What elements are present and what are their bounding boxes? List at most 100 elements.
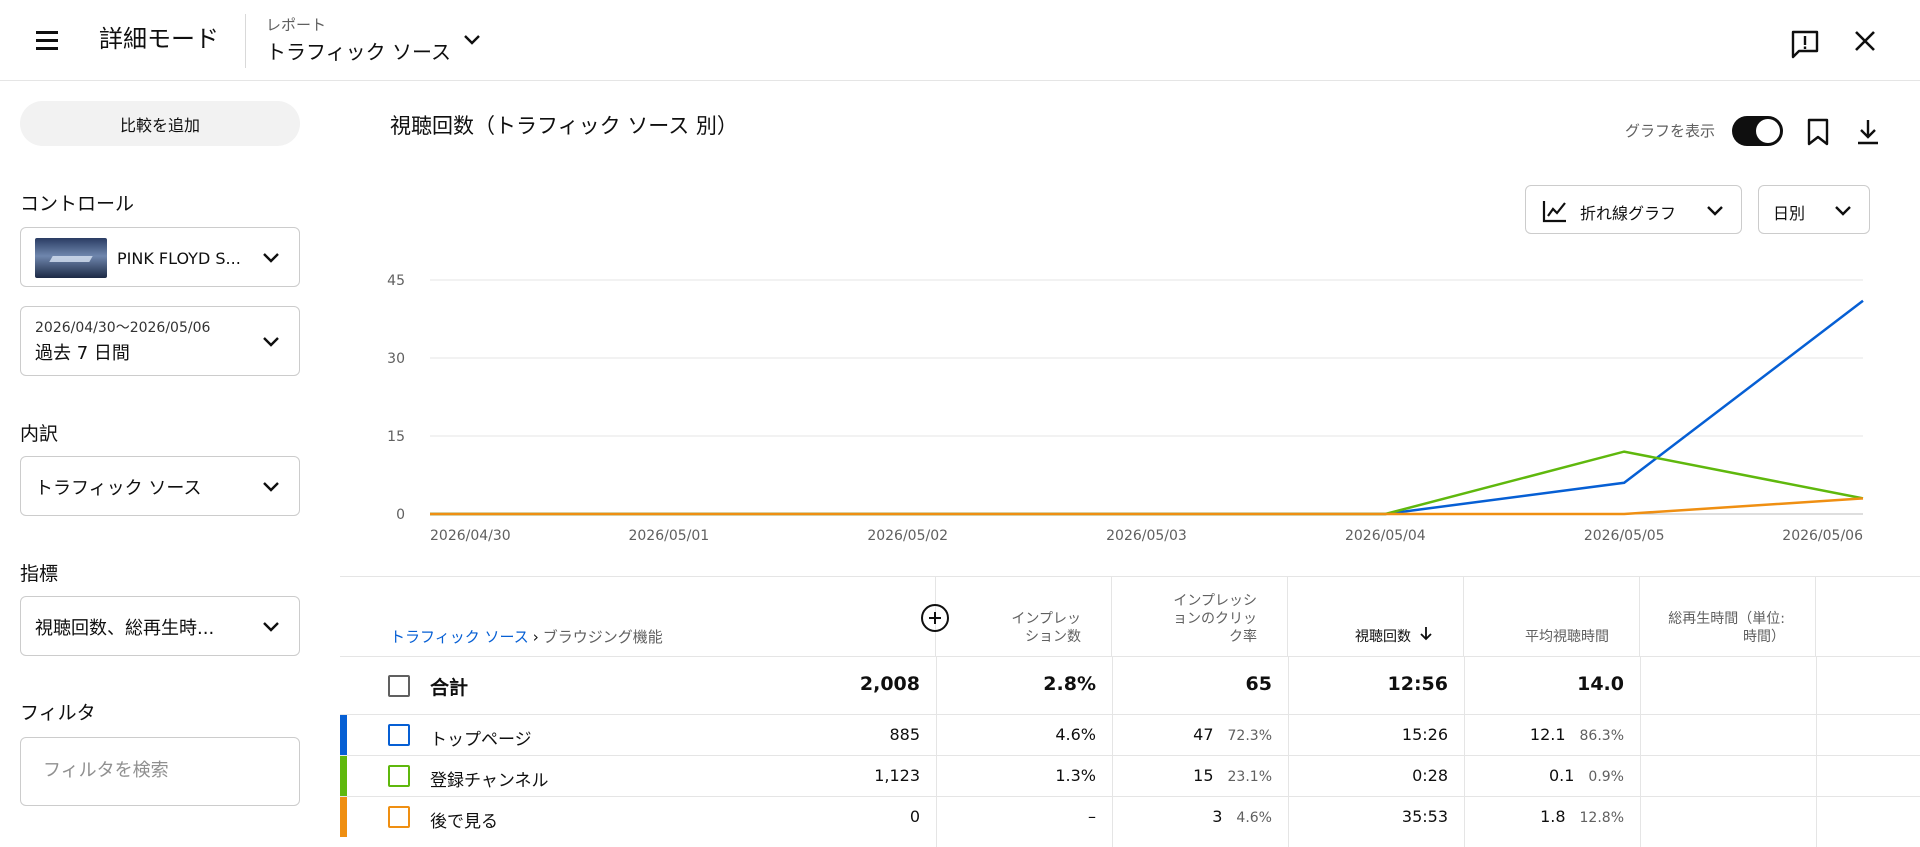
y-tick-label: 0	[396, 507, 405, 523]
y-tick-label: 45	[387, 273, 405, 289]
bookmark-icon[interactable]	[1804, 116, 1832, 148]
series-color-bar	[340, 756, 347, 796]
cell-value: 15:26	[1401, 725, 1448, 744]
breadcrumb-root-link[interactable]: トラフィック ソース	[390, 628, 529, 646]
cell-value: 47	[1193, 725, 1214, 744]
cell-value: 1,123	[874, 766, 920, 785]
video-selector[interactable]: PINK FLOYD S...	[20, 227, 300, 287]
video-name: PINK FLOYD S...	[117, 249, 241, 268]
cell-ctr: 1.3%	[1055, 766, 1096, 785]
cell-views: 47 72.3%	[1193, 725, 1272, 744]
line-chart: 0 15 30 45 2026/04/30 2026/05/01 2026/05/02 202…	[387, 273, 1864, 544]
arrow-down-icon	[1420, 627, 1432, 641]
filter-search-box[interactable]	[20, 737, 300, 806]
row-checkbox[interactable]	[388, 724, 410, 746]
breadcrumb: トラフィック ソース › ブラウジング機能	[390, 626, 663, 647]
x-tick-label: 2026/05/05	[1584, 528, 1665, 544]
period-label: 日別	[1773, 204, 1806, 223]
cell-percentage: 12.8%	[1579, 810, 1624, 826]
cell-value: 0	[909, 807, 920, 826]
chart-type-selector[interactable]: 折れ線グラフ	[1525, 185, 1742, 234]
header-ctr-label: インプレッションのクリック率	[1173, 593, 1257, 645]
y-tick-label: 15	[387, 429, 405, 445]
x-tick-label: 2026/05/02	[867, 528, 948, 544]
cell-value: 1.3%	[1055, 766, 1096, 785]
report-name[interactable]: トラフィック ソース	[266, 36, 451, 65]
cell-avg-duration: 15:26	[1402, 725, 1448, 744]
cell-ctr: 4.6%	[1055, 725, 1096, 744]
header-watch-time[interactable]: 総再生時間（単位: 時間）	[1640, 577, 1816, 656]
period-selector[interactable]: 日別	[1758, 185, 1870, 234]
total-ctr: 2.8%	[1043, 673, 1096, 695]
table-total-row: 合計 2,008 2.8% 65 12:56 14.0	[340, 656, 1920, 714]
cell-value: 4.6%	[1055, 725, 1096, 744]
header-avg-duration[interactable]: 平均視聴時間	[1464, 577, 1640, 656]
header-views[interactable]: 視聴回数	[1288, 577, 1464, 656]
column-divider	[1640, 656, 1641, 847]
total-avg-duration: 12:56	[1387, 673, 1448, 695]
metrics-selector[interactable]: 視聴回数、総再生時...	[20, 596, 300, 656]
breakdown-selector[interactable]: トラフィック ソース	[20, 456, 300, 516]
cell-views: 3 4.6%	[1212, 807, 1272, 826]
cell-percentage: 4.6%	[1236, 810, 1272, 826]
app-title: 詳細モード	[99, 25, 219, 53]
chevron-down-icon[interactable]	[458, 28, 486, 52]
column-divider	[1288, 656, 1289, 847]
column-divider	[1464, 656, 1465, 847]
line-chart-icon	[1542, 201, 1566, 223]
header-impressions-label: インプレッション数	[1011, 611, 1081, 645]
show-graph-toggle[interactable]	[1732, 116, 1783, 146]
cell-watch-time: 0.1 0.9%	[1549, 766, 1624, 785]
x-tick-label: 2026/05/01	[628, 528, 709, 544]
cell-avg-duration: 0:28	[1412, 766, 1448, 785]
filter-search-input[interactable]	[43, 760, 273, 781]
row-label: トップページ	[430, 730, 532, 750]
menu-icon[interactable]	[30, 26, 64, 54]
x-tick-label: 2026/05/03	[1106, 528, 1187, 544]
chart-type-label: 折れ線グラフ	[1580, 204, 1677, 223]
total-views: 65	[1245, 673, 1272, 695]
add-comparison-button[interactable]: 比較を追加	[20, 101, 300, 146]
breadcrumb-current: ブラウジング機能	[542, 628, 663, 646]
cell-views: 15 23.1%	[1193, 766, 1272, 785]
cell-percentage: 23.1%	[1227, 769, 1272, 785]
feedback-icon[interactable]	[1788, 27, 1822, 61]
row-checkbox[interactable]	[388, 765, 410, 787]
cell-impressions: 885	[889, 725, 920, 744]
control-section-title: コントロール	[20, 193, 135, 215]
cell-ctr: –	[1088, 807, 1096, 826]
header-impressions[interactable]: インプレッション数	[936, 577, 1112, 656]
breakdown-value: トラフィック ソース	[35, 478, 202, 499]
header-ctr[interactable]: インプレッションのクリック率	[1112, 577, 1288, 656]
close-icon[interactable]	[1848, 24, 1882, 58]
cell-value: 3	[1212, 807, 1223, 826]
cell-watch-time: 12.1 86.3%	[1530, 725, 1624, 744]
download-icon[interactable]	[1853, 116, 1883, 148]
series-line[interactable]	[430, 299, 1864, 516]
row-label: 登録チャンネル	[430, 771, 549, 791]
series-line[interactable]	[430, 497, 1864, 516]
row-label: 後で見る	[430, 812, 498, 832]
total-impressions: 2,008	[859, 673, 920, 695]
cell-value: 35:53	[1401, 807, 1448, 826]
header-avg-duration-label: 平均視聴時間	[1525, 629, 1609, 645]
toggle-knob	[1756, 119, 1780, 143]
cell-value: 0.1	[1548, 766, 1575, 785]
cell-percentage: 86.3%	[1579, 728, 1624, 744]
series-color-bar	[340, 715, 347, 755]
cell-value: 885	[889, 725, 920, 744]
date-range-selector[interactable]: 2026/04/30～2026/05/06 過去 7 日間	[20, 306, 300, 376]
date-range-text: 2026/04/30～2026/05/06	[35, 320, 211, 336]
total-checkbox[interactable]	[388, 675, 410, 697]
cell-percentage: 0.9%	[1588, 769, 1624, 785]
row-checkbox[interactable]	[388, 806, 410, 828]
chevron-down-icon	[263, 337, 279, 347]
report-label: レポート	[266, 16, 327, 34]
column-divider	[1112, 656, 1113, 847]
series-line[interactable]	[430, 450, 1864, 516]
cell-value: 12.1	[1529, 725, 1566, 744]
header-divider	[245, 14, 246, 68]
x-tick-label: 2026/05/04	[1345, 528, 1426, 544]
cell-impressions: 0	[910, 807, 920, 826]
x-tick-label: 2026/04/30	[430, 528, 511, 544]
